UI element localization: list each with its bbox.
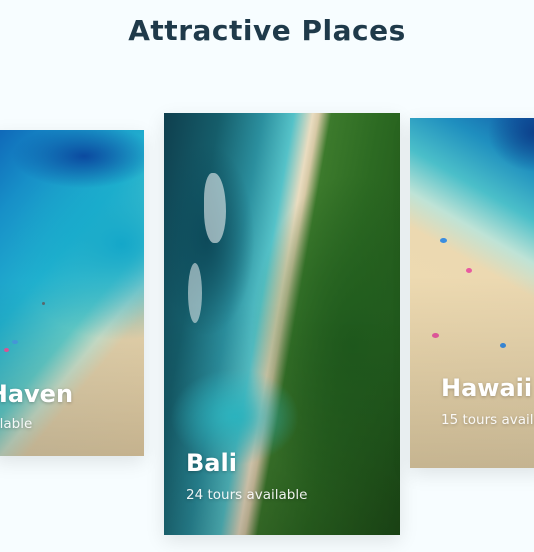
wave-foam bbox=[204, 173, 226, 243]
place-card-white-haven[interactable]: teHaven s available bbox=[0, 130, 144, 456]
tours-count: s available bbox=[0, 416, 33, 432]
place-card-hawaii[interactable]: Hawaii 15 tours availa bbox=[410, 118, 534, 468]
place-card-bali[interactable]: Bali 24 tours available bbox=[164, 113, 400, 535]
place-name: Hawaii bbox=[441, 374, 533, 402]
tours-count: 15 tours availa bbox=[441, 412, 534, 428]
umbrella-icon bbox=[466, 268, 472, 273]
place-name: Bali bbox=[186, 449, 237, 477]
place-name: teHaven bbox=[0, 380, 74, 408]
image-overlay bbox=[410, 275, 534, 468]
umbrella-icon bbox=[440, 238, 447, 243]
section-title: Attractive Places bbox=[128, 14, 406, 47]
tours-count: 24 tours available bbox=[186, 487, 308, 503]
